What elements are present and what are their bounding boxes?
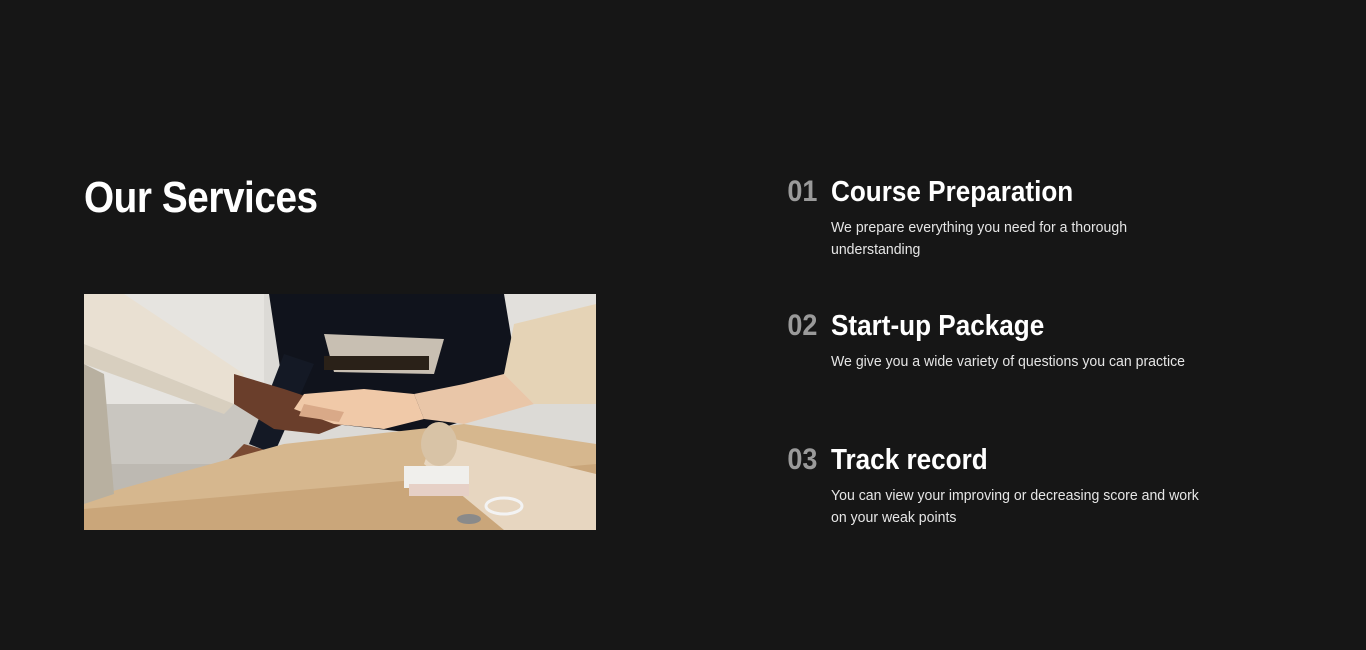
section-title: Our Services: [84, 173, 318, 222]
service-number: 02: [786, 309, 817, 342]
handshake-photo: [84, 294, 596, 530]
service-number: 01: [786, 175, 817, 208]
service-number: 03: [786, 443, 817, 476]
service-title: Course Preparation: [831, 176, 1074, 208]
service-title: Track record: [831, 444, 988, 476]
service-description: You can view your improving or decreasin…: [831, 487, 1199, 526]
service-title: Start-up Package: [831, 310, 1045, 342]
service-description: We prepare everything you need for a tho…: [831, 219, 1128, 258]
services-section: Our Services 01 Course Preparation We pr…: [0, 0, 1366, 650]
service-description: We give you a wide variety of questions …: [831, 353, 1185, 370]
services-list: 01 Course Preparation We prepare everyth…: [760, 0, 1280, 650]
